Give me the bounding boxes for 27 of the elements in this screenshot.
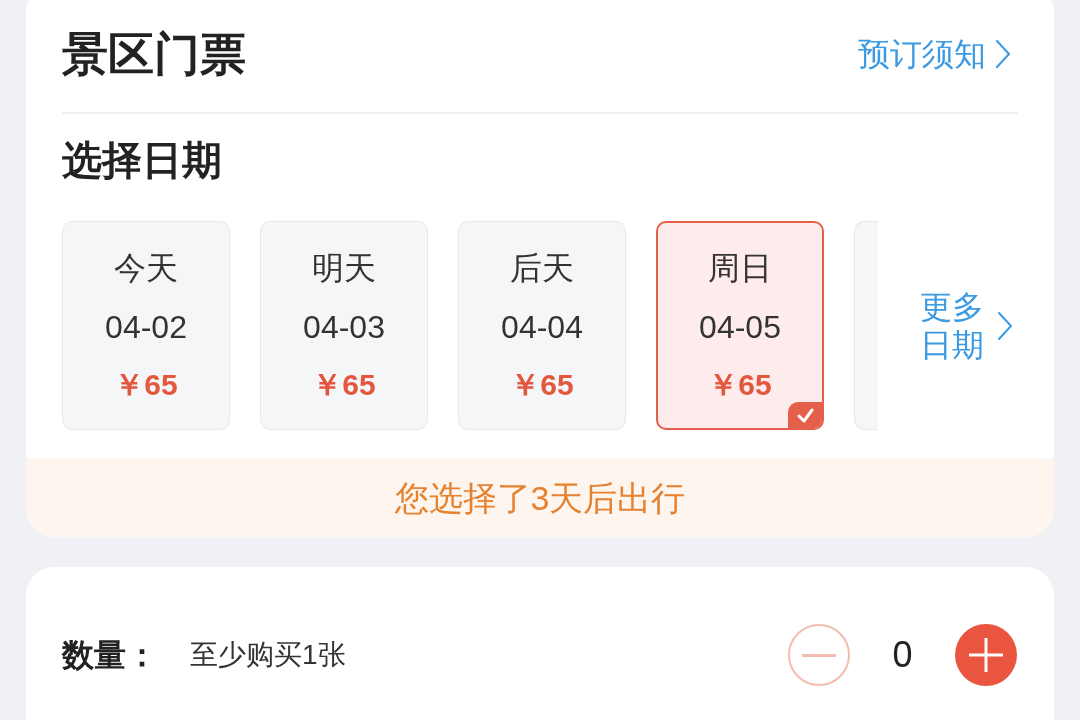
price-text: ￥65: [114, 367, 178, 403]
chevron-right-icon: [998, 311, 1012, 340]
date-text: 04-04: [501, 308, 583, 347]
check-icon: [788, 402, 822, 428]
price-text: ￥65: [312, 367, 376, 403]
day-label: 周日: [708, 249, 772, 288]
plus-icon: [969, 638, 1003, 672]
date-heading: 选择日期: [62, 137, 222, 184]
date-text: 04-03: [303, 308, 385, 347]
date-card[interactable]: 明天 04-03 ￥65: [260, 221, 428, 430]
day-label: 明天: [312, 249, 376, 288]
minimum-hint-text: 至少购买1张: [190, 638, 346, 672]
quantity-label: 数量：: [62, 636, 158, 675]
date-text: 04-05: [699, 308, 781, 347]
chevron-right-icon: [996, 40, 1010, 68]
section-title: 景区门票: [62, 27, 246, 82]
date-card[interactable]: 周日 04-05 ￥65: [656, 221, 824, 430]
minus-icon: [802, 653, 836, 657]
date-text: 04-02: [105, 308, 187, 347]
price-text: ￥65: [708, 367, 772, 403]
date-card[interactable]: 今天 04-02 ￥65: [62, 221, 230, 430]
date-card[interactable]: 后天 04-04 ￥65: [458, 221, 626, 430]
day-label: 今天: [114, 249, 178, 288]
quantity-value: 0: [891, 633, 914, 677]
price-text: ￥65: [510, 367, 574, 403]
day-label: 后天: [510, 249, 574, 288]
travel-hint-text: 您选择了3天后出行: [394, 477, 686, 519]
